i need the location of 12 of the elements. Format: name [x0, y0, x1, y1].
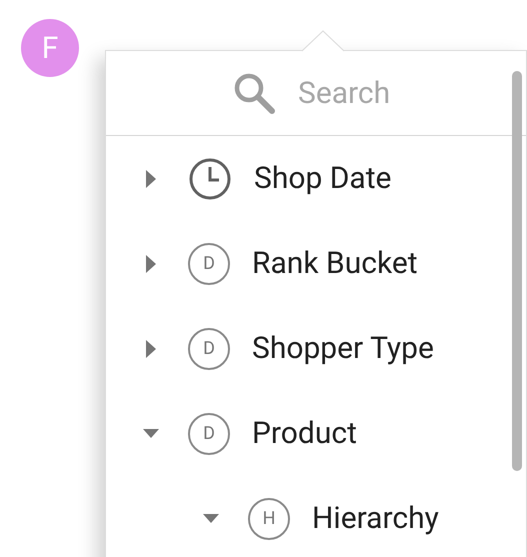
- type-badge: H: [248, 498, 290, 540]
- clock-icon: [188, 156, 232, 200]
- tree-item-label[interactable]: Shopper Type: [252, 326, 434, 371]
- type-badge: D: [188, 412, 230, 454]
- search-icon: [232, 71, 276, 115]
- tree-item-label[interactable]: Product: [252, 411, 357, 456]
- tree-item-label[interactable]: Shop Date: [254, 156, 392, 201]
- type-badge: D: [188, 328, 230, 370]
- scrollbar[interactable]: [512, 71, 522, 471]
- tree-item-label[interactable]: Rank Bucket: [252, 241, 418, 286]
- tree-item-label[interactable]: Hierarchy: [312, 496, 439, 541]
- type-badge: D: [188, 242, 230, 284]
